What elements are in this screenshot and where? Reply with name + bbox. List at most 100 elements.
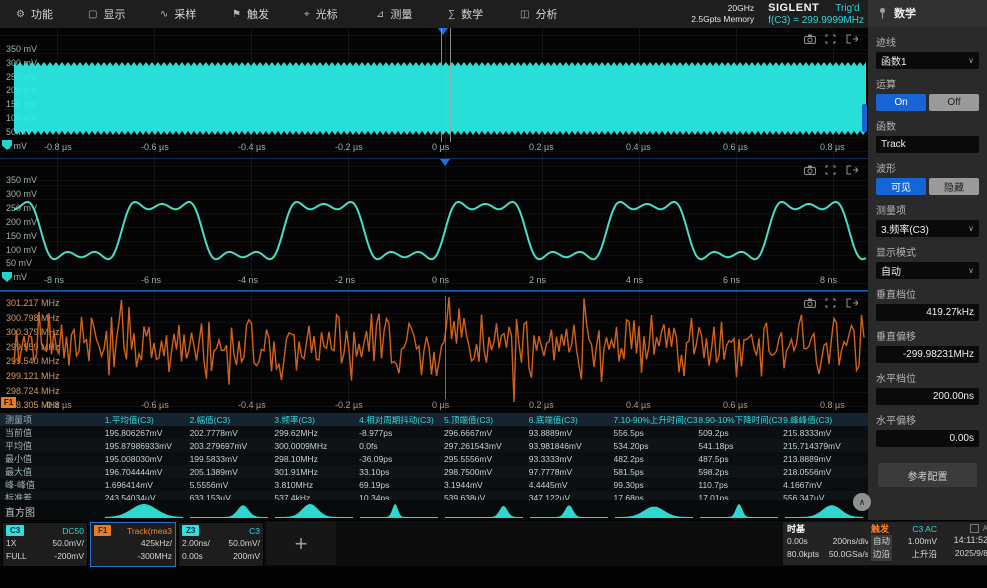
clock-date: 2025/9/8 [954, 548, 987, 558]
measurement-value: 296.6667mV [443, 427, 493, 438]
value-field[interactable]: 0.00s [876, 430, 979, 447]
menu-item-label: 光标 [315, 9, 338, 21]
field-toggle: 运算 On Off [876, 76, 979, 111]
trigger-position-marker[interactable] [440, 159, 450, 166]
math-dialog-header[interactable]: 数学 [868, 0, 987, 26]
toggle-option[interactable]: 隐藏 [929, 178, 979, 195]
channel-box-c3[interactable]: C3 DC50 1X 50.0mV/FULL -200mV [2, 522, 88, 567]
measurement-row-label: 平均值 [5, 441, 33, 451]
measurement-column-header[interactable]: 7.10-90%上升时间(C3) [614, 414, 699, 426]
trigger-position-marker[interactable] [438, 28, 448, 35]
zoom-window-left-edge[interactable] [441, 28, 442, 142]
c3-zoom-waveform [13, 200, 867, 261]
menu-item-trigger-flag[interactable]: ⚑ 触发 [216, 6, 288, 22]
channel-boxes: C3 DC50 1X 50.0mV/FULL -200mV F1 Track(mea3 425… [2, 522, 336, 567]
channel-values-row: FULL -200mV [6, 551, 84, 561]
dropdown[interactable]: 3.频率(C3) ∨ [876, 220, 979, 237]
measurement-value: 215.714379mV [783, 440, 841, 451]
brand-logo: SIGLENT [768, 2, 820, 14]
cursor-icon: ⌖ [304, 8, 310, 20]
field-select: 测量项 3.频率(C3) ∨ [876, 202, 979, 237]
measurement-value: 3.810MHz [274, 479, 314, 490]
measurement-value: 295.5556mV [443, 453, 493, 464]
measurement-value: 4.1667mV [783, 479, 822, 490]
zoom-region-indicator[interactable] [862, 104, 867, 132]
channel-values-row: 1X 50.0mV/ [6, 538, 84, 548]
measurement-value: 3.1944mV [443, 479, 483, 490]
collapse-button[interactable]: ∧ [853, 493, 871, 511]
measurement-column-header[interactable]: 3.频率(C3) [274, 414, 359, 426]
toggle-option[interactable]: 可见 [876, 178, 926, 195]
measurement-histogram [615, 502, 693, 518]
measurement-value: 301.91MHz [274, 466, 318, 477]
measurement-histogram [105, 502, 183, 518]
value-field[interactable]: -299.98231MHz [876, 346, 979, 363]
measurement-row: 峰-峰值 1.696414mV 5.5556mV 3.810MHz 69.19ps 3.1… [0, 478, 868, 491]
dropdown[interactable]: 函数1 ∨ [876, 52, 979, 69]
measurement-column-header[interactable]: 8.90-10%下降时间(C3) [698, 414, 783, 426]
menu-item-label: 测量 [390, 9, 413, 21]
measurement-value: 581.5ps [613, 466, 644, 477]
trigger-status: Trig'd [835, 3, 860, 14]
toggle-option[interactable]: Off [929, 94, 979, 111]
dialog-title: 数学 [894, 8, 916, 20]
add-trace-button[interactable]: + [266, 522, 336, 565]
menu-item-gear[interactable]: ⚙ 功能 [0, 6, 72, 22]
dropdown[interactable]: 自动 ∨ [876, 262, 979, 279]
channel-box-z3[interactable]: Z3 C3 2.00ns/50.0mV/0.00s 200mV [178, 522, 264, 567]
measurement-histogram [530, 502, 608, 518]
measurement-value: 213.8889mV [783, 453, 832, 464]
measurement-value: -8.977ps [359, 427, 393, 438]
usb-icon [969, 524, 979, 533]
measurement-value: 93.981846mV [528, 440, 582, 451]
waveform-panel-zoom[interactable]: 350 mV 300 mV 250 mV 200 mV 150 mV 100 mV 50 m… [0, 159, 868, 291]
measurement-column-header[interactable]: 9.峰峰值(C3) [783, 414, 868, 426]
measurement-row: 当前值 195.806267mV 202.7778mV 299.62MHz -8.977… [0, 426, 868, 439]
text-input[interactable]: Track [876, 136, 979, 153]
channel-values-row: 425kHz/ [140, 538, 172, 548]
bandwidth-memory: 20GHz 2.5Gpts Memory [691, 3, 754, 24]
zoom-window-right-edge[interactable] [450, 28, 451, 142]
value-field[interactable]: 200.00ns [876, 388, 979, 405]
menu-item-label: 采样 [174, 9, 197, 21]
pin-icon[interactable] [878, 7, 887, 19]
menu-item-sample[interactable]: ∿ 采样 [144, 6, 216, 22]
bottom-status-bar: C3 DC50 1X 50.0mV/FULL -200mV F1 Track(mea3 425… [0, 521, 987, 567]
measurement-histogram [785, 502, 863, 518]
waveform-panel-track[interactable]: 301.217 MHz 300.798 MHz 300.379 MHz 299.959… [0, 291, 868, 415]
measurement-value: 202.7778mV [189, 427, 238, 438]
display-icon: ▢ [88, 8, 98, 20]
timebase-box[interactable]: 时基 0.00s 200ns/div 80.0kpts 50.0GSa/s [783, 522, 873, 565]
dropdown-value: 自动 [881, 267, 901, 278]
measurement-column-header[interactable]: 2.幅值(C3) [190, 414, 275, 426]
menu-item-measure[interactable]: ⊿ 测量 [360, 6, 432, 22]
measurement-column-header[interactable]: 5.顶端值(C3) [444, 414, 529, 426]
math-dialog-fields: 迹线 函数1 ∨ 运算 On Off 函数 Track 波形 可见 隐藏 测量项 3.频率(C3) ∨ 显示… [868, 26, 987, 447]
datetime-box[interactable]: A 14:11:52 2025/9/8 [937, 522, 987, 565]
measurement-row: 平均值 195.87986933mV 203.279697mV 300.0009MHz… [0, 439, 868, 452]
field-label: 运算 [876, 80, 896, 91]
menu-item-label: 数学 [461, 9, 484, 21]
measurement-value: 218.0556mV [783, 466, 832, 477]
f1-trace-label[interactable]: F1 [1, 397, 16, 408]
waveform-panel-main[interactable]: 350 mV300 mV250 mV200 mV150 mV100 mV50 m… [0, 28, 868, 159]
histogram-row: 直方图 [0, 500, 868, 520]
menu-item-math[interactable]: ∑ 数学 [432, 6, 504, 22]
reference-config-button[interactable]: 参考配置 [878, 463, 977, 487]
menu-item-cursor[interactable]: ⌖ 光标 [288, 6, 360, 22]
measurement-column-header[interactable]: 4.相对周期抖动(C3) [359, 414, 444, 426]
measurement-row-label: 当前值 [5, 428, 33, 438]
value-field[interactable]: 419.27kHz [876, 304, 979, 321]
toggle-option[interactable]: On [876, 94, 926, 111]
channel-box-f1[interactable]: F1 Track(mea3 425kHz/ -300MHz [90, 522, 176, 567]
measurement-value: 4.4445mV [528, 479, 568, 490]
trigger-box[interactable]: 触发 C3 AC 自动 1.00mV 边沿 上升沿 [868, 522, 940, 565]
measurement-column-header[interactable]: 6.底端值(C3) [529, 414, 614, 426]
histogram-label: 直方图 [5, 508, 35, 519]
menu-item-display[interactable]: ▢ 显示 [72, 6, 144, 22]
menu-item-label: 触发 [246, 9, 269, 21]
measurement-column-header[interactable]: 1.平均值(C3) [105, 414, 190, 426]
menu-item-analysis[interactable]: ◫ 分析 [504, 6, 576, 22]
center-time-cursor [445, 296, 446, 399]
measurement-value: 33.10ps [359, 466, 390, 477]
